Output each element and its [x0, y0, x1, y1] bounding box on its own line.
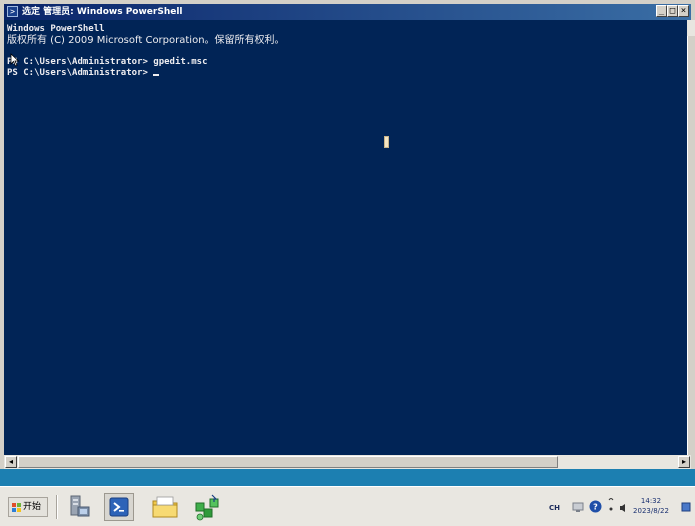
- taskbar-separator: [56, 495, 58, 519]
- clock-date: 2023/8/22: [633, 507, 669, 515]
- window-title: 选定 管理员: Windows PowerShell: [22, 7, 183, 17]
- ime-caret: [384, 136, 389, 148]
- network-tool-icon: [195, 494, 219, 521]
- taskbar-clock[interactable]: 14:32 2023/8/22: [629, 496, 673, 516]
- minimize-button[interactable]: _: [656, 5, 667, 17]
- mouse-pointer-icon: [10, 53, 20, 67]
- console-area[interactable]: Windows PowerShell 版权所有 (C) 2009 Microsof…: [4, 20, 687, 455]
- horizontal-scrollbar[interactable]: ◂ ▸: [4, 455, 691, 469]
- window-controls: _ □ ×: [656, 5, 689, 17]
- console-line: 版权所有 (C) 2009 Microsoft Corporation。保留所有…: [7, 35, 285, 46]
- explorer-folder-icon: [152, 496, 178, 518]
- console-output: Windows PowerShell 版权所有 (C) 2009 Microsof…: [7, 24, 285, 79]
- desktop-background: [0, 469, 695, 486]
- show-desktop-icon[interactable]: [681, 501, 691, 513]
- horizontal-scroll-thumb[interactable]: [18, 456, 558, 468]
- console-prompt-line[interactable]: PS C:\Users\Administrator>: [7, 68, 285, 79]
- ime-indicator[interactable]: CH: [549, 504, 560, 512]
- taskbar-app-powershell[interactable]: [104, 493, 134, 521]
- tray-pin-icon[interactable]: [607, 497, 615, 515]
- close-button[interactable]: ×: [678, 5, 689, 17]
- help-icon[interactable]: ?: [589, 500, 602, 513]
- speaker-icon[interactable]: [619, 503, 627, 513]
- text-cursor: [153, 74, 160, 76]
- clock-time: 14:32: [640, 497, 662, 505]
- start-button[interactable]: 开始: [8, 497, 48, 517]
- console-line: Windows PowerShell: [7, 24, 105, 34]
- console-line: PS C:\Users\Administrator> gpedit.msc: [7, 57, 208, 67]
- taskbar-app-explorer[interactable]: [150, 493, 180, 521]
- console-line: ​: [7, 46, 285, 57]
- network-status-icon[interactable]: [572, 501, 584, 513]
- maximize-button[interactable]: □: [667, 5, 678, 17]
- taskbar: 开始 CH ? 14:32 2023/8/22: [0, 486, 695, 526]
- server-manager-icon: [70, 495, 90, 517]
- svg-text:?: ?: [593, 503, 598, 512]
- desktop: > 选定 管理员: Windows PowerShell _ □ × Windo…: [0, 0, 695, 526]
- taskbar-app-network-tool[interactable]: [192, 493, 222, 521]
- windows-logo-icon: [12, 502, 21, 512]
- scroll-right-arrow-icon[interactable]: ▸: [678, 456, 690, 468]
- vertical-scrollbar[interactable]: [687, 20, 695, 456]
- start-label: 开始: [23, 502, 42, 512]
- system-tray: CH ? 14:32 2023/8/22: [525, 491, 695, 523]
- powershell-icon: [109, 497, 129, 517]
- taskbar-app-server-manager[interactable]: [64, 493, 94, 521]
- scroll-left-arrow-icon[interactable]: ◂: [5, 456, 17, 468]
- window-titlebar[interactable]: > 选定 管理员: Windows PowerShell _ □ ×: [4, 4, 691, 20]
- console-prompt: PS C:\Users\Administrator>: [7, 68, 154, 78]
- powershell-window-icon[interactable]: >: [7, 6, 18, 17]
- vertical-scroll-thumb[interactable]: [687, 36, 695, 456]
